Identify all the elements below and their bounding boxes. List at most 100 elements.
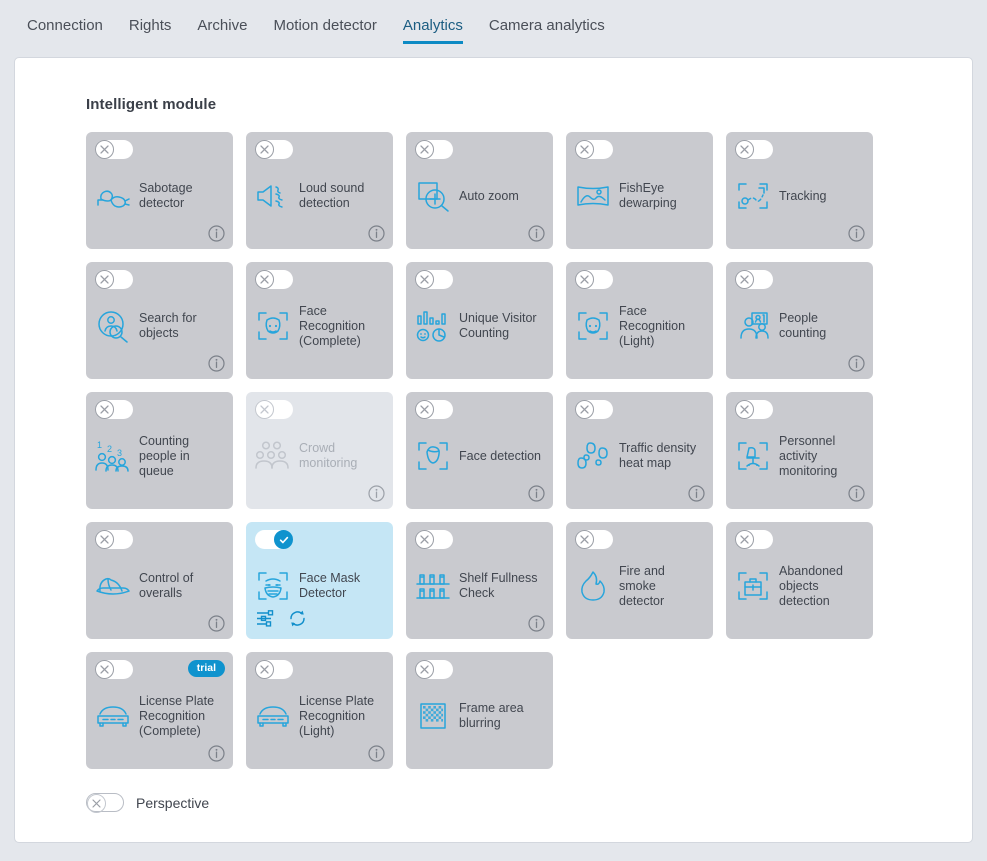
module-toggle[interactable] bbox=[735, 400, 773, 419]
module-card[interactable]: Face Recognition (Light) bbox=[566, 262, 713, 379]
module-card[interactable]: Shelf Fullness Check bbox=[406, 522, 553, 639]
info-icon[interactable] bbox=[848, 355, 865, 372]
module-toggle[interactable] bbox=[95, 140, 133, 159]
toggle-knob bbox=[95, 270, 114, 289]
module-card[interactable]: Abandoned objects detection bbox=[726, 522, 873, 639]
module-card[interactable]: Search for objects bbox=[86, 262, 233, 379]
module-toggle[interactable] bbox=[415, 530, 453, 549]
module-toggle[interactable] bbox=[255, 530, 293, 549]
info-icon[interactable] bbox=[848, 225, 865, 242]
svg-text:1: 1 bbox=[97, 440, 102, 450]
module-toggle[interactable] bbox=[95, 530, 133, 549]
module-toggle[interactable] bbox=[255, 140, 293, 159]
module-card[interactable]: Fire and smoke detector bbox=[566, 522, 713, 639]
module-label: Counting people in queue bbox=[139, 433, 190, 478]
module-toggle[interactable] bbox=[255, 270, 293, 289]
module-toggle[interactable] bbox=[415, 660, 453, 679]
perspective-toggle[interactable] bbox=[86, 793, 124, 813]
module-toggle[interactable] bbox=[255, 660, 293, 679]
module-toggle[interactable] bbox=[575, 270, 613, 289]
module-card[interactable]: Face Mask Detector bbox=[246, 522, 393, 639]
toggle-knob bbox=[255, 660, 274, 679]
module-card[interactable]: FishEye dewarping bbox=[566, 132, 713, 249]
module-card[interactable]: Crowd monitoring bbox=[246, 392, 393, 509]
module-body: People counting bbox=[735, 298, 864, 354]
settings-sliders-icon[interactable] bbox=[256, 609, 275, 633]
module-card[interactable]: Auto zoom bbox=[406, 132, 553, 249]
info-icon-glyph bbox=[208, 615, 225, 632]
module-card[interactable]: Unique Visitor Counting bbox=[406, 262, 553, 379]
module-toggle[interactable] bbox=[415, 140, 453, 159]
close-icon bbox=[740, 275, 749, 284]
module-toggle[interactable] bbox=[415, 400, 453, 419]
module-card[interactable]: 1 2 3 Counting people in queue bbox=[86, 392, 233, 509]
info-icon[interactable] bbox=[848, 485, 865, 502]
close-icon bbox=[100, 535, 109, 544]
module-toggle[interactable] bbox=[735, 140, 773, 159]
module-card[interactable]: Face detection bbox=[406, 392, 553, 509]
close-icon bbox=[420, 665, 429, 674]
module-label: Sabotage detector bbox=[139, 181, 193, 210]
module-card[interactable]: trial License Plate Recognition (Complet… bbox=[86, 652, 233, 769]
module-card[interactable]: Face Recognition (Complete) bbox=[246, 262, 393, 379]
module-card[interactable]: Sabotage detector bbox=[86, 132, 233, 249]
info-icon[interactable] bbox=[208, 615, 225, 632]
module-label: Fire and smoke detector bbox=[619, 563, 665, 608]
people-counting-icon bbox=[735, 308, 771, 344]
module-label: Unique Visitor Counting bbox=[459, 311, 537, 340]
info-icon-glyph bbox=[688, 485, 705, 502]
toggle-knob bbox=[274, 530, 293, 549]
info-icon[interactable] bbox=[208, 745, 225, 762]
info-icon[interactable] bbox=[688, 485, 705, 502]
module-toggle[interactable] bbox=[575, 530, 613, 549]
module-body: License Plate Recognition (Complete) bbox=[95, 688, 224, 744]
module-label: Face detection bbox=[459, 448, 541, 463]
info-icon[interactable] bbox=[528, 225, 545, 242]
module-toggle[interactable] bbox=[95, 660, 133, 679]
module-label: Control of overalls bbox=[139, 571, 194, 600]
module-toggle[interactable] bbox=[575, 400, 613, 419]
module-toggle[interactable] bbox=[95, 400, 133, 419]
module-card[interactable]: People counting bbox=[726, 262, 873, 379]
toggle-knob bbox=[415, 660, 434, 679]
module-label: Crowd monitoring bbox=[299, 441, 358, 470]
info-icon[interactable] bbox=[208, 225, 225, 242]
module-toggle[interactable] bbox=[575, 140, 613, 159]
module-toggle[interactable] bbox=[255, 400, 293, 419]
tab-motion-detector[interactable]: Motion detector bbox=[260, 16, 389, 44]
module-toggle[interactable] bbox=[735, 270, 773, 289]
module-card[interactable]: Personnel activity monitoring bbox=[726, 392, 873, 509]
face-mask-icon bbox=[255, 568, 291, 604]
tab-rights[interactable]: Rights bbox=[116, 16, 185, 44]
module-card[interactable]: Control of overalls bbox=[86, 522, 233, 639]
module-body: 1 2 3 Counting people in queue bbox=[95, 428, 224, 484]
close-icon bbox=[260, 145, 269, 154]
face-recognition-icon bbox=[255, 308, 291, 344]
module-card[interactable]: Traffic density heat map bbox=[566, 392, 713, 509]
module-toggle[interactable] bbox=[735, 530, 773, 549]
toggle-knob bbox=[735, 400, 754, 419]
info-icon-glyph bbox=[528, 225, 545, 242]
module-card[interactable]: Frame area blurring bbox=[406, 652, 553, 769]
tab-connection[interactable]: Connection bbox=[14, 16, 116, 44]
module-card[interactable]: Tracking bbox=[726, 132, 873, 249]
loud-sound-icon bbox=[255, 178, 291, 214]
info-icon[interactable] bbox=[368, 745, 385, 762]
tab-archive[interactable]: Archive bbox=[184, 16, 260, 44]
module-card[interactable]: Loud sound detection bbox=[246, 132, 393, 249]
tab-camera-analytics[interactable]: Camera analytics bbox=[476, 16, 618, 44]
info-icon[interactable] bbox=[368, 225, 385, 242]
refresh-icon[interactable] bbox=[288, 609, 307, 633]
module-label: Traffic density heat map bbox=[619, 441, 697, 470]
module-toggle[interactable] bbox=[95, 270, 133, 289]
module-label: Abandoned objects detection bbox=[779, 563, 843, 608]
info-icon[interactable] bbox=[528, 615, 545, 632]
info-icon[interactable] bbox=[208, 355, 225, 372]
module-toggle[interactable] bbox=[415, 270, 453, 289]
info-icon[interactable] bbox=[528, 485, 545, 502]
close-icon bbox=[100, 145, 109, 154]
module-body: License Plate Recognition (Light) bbox=[255, 688, 384, 744]
info-icon[interactable] bbox=[368, 485, 385, 502]
tab-analytics[interactable]: Analytics bbox=[390, 16, 476, 44]
module-card[interactable]: License Plate Recognition (Light) bbox=[246, 652, 393, 769]
